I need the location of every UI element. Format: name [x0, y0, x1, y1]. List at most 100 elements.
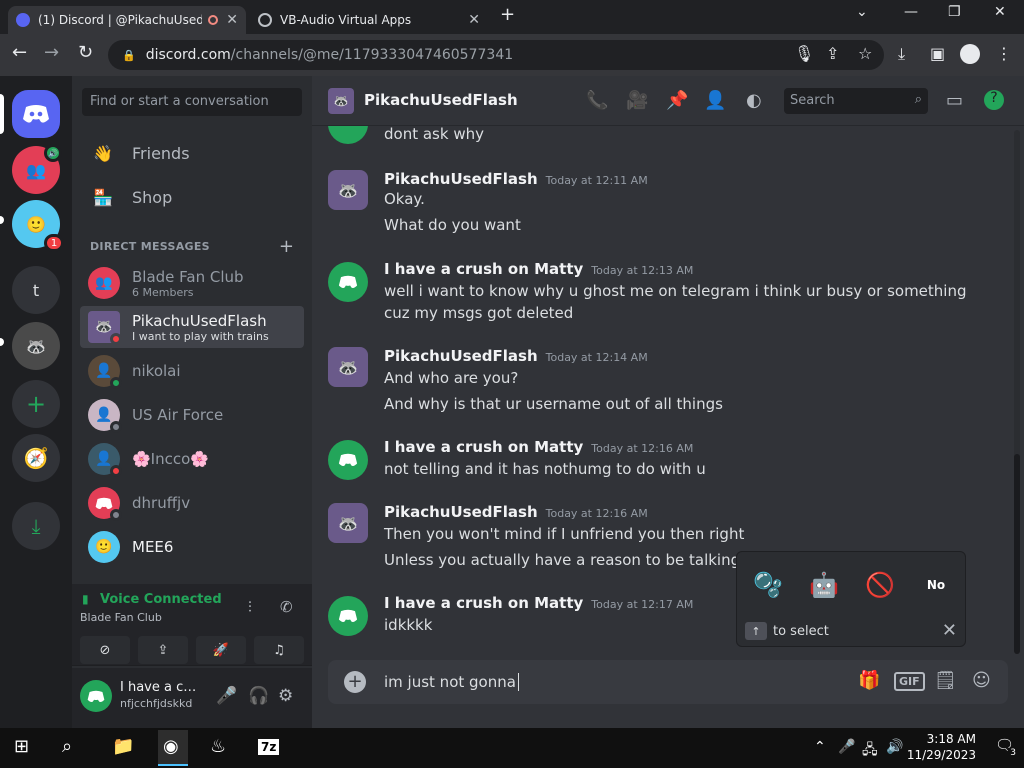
- gif-icon[interactable]: GIF: [894, 672, 925, 691]
- tab-search-icon[interactable]: ⌄: [856, 4, 868, 20]
- message-author[interactable]: PikachuUsedFlash: [384, 503, 538, 521]
- reload-icon[interactable]: ↻: [78, 42, 93, 63]
- file-explorer-icon[interactable]: 📁: [112, 736, 134, 757]
- message-composer[interactable]: + im just not gonna 🎁 GIF 🗒 ☺: [328, 660, 1008, 704]
- dm-item-pikachuusedflash[interactable]: 🦝 PikachuUsedFlash I want to play with tr…: [80, 306, 304, 348]
- message-author[interactable]: I have a crush on Matty: [384, 260, 583, 278]
- scrollbar-thumb[interactable]: [1014, 454, 1020, 654]
- message-author[interactable]: I have a crush on Matty: [384, 594, 583, 612]
- create-dm-icon[interactable]: +: [279, 236, 294, 257]
- disconnect-call-icon[interactable]: ✆: [280, 598, 293, 616]
- sticker-pink-blob[interactable]: 🫧: [743, 560, 793, 610]
- chat-title[interactable]: PikachuUsedFlash: [364, 91, 518, 109]
- 7zip-icon[interactable]: 7z: [258, 739, 280, 755]
- help-icon[interactable]: ?: [984, 90, 1004, 110]
- home-discord-icon[interactable]: [12, 90, 60, 138]
- sticker-icon[interactable]: 🗒: [934, 670, 957, 691]
- voice-channel[interactable]: Blade Fan Club: [80, 611, 162, 624]
- screen-share-button[interactable]: ⇪: [138, 636, 188, 664]
- taskbar-clock[interactable]: 3:18 AM 11/29/2023: [907, 731, 976, 763]
- download-apps-icon[interactable]: ⤓: [12, 502, 60, 550]
- server-initial: t: [32, 280, 40, 300]
- inbox-icon[interactable]: ▭: [946, 90, 963, 111]
- microphone-icon[interactable]: 🎤: [216, 686, 237, 706]
- avatar[interactable]: [328, 440, 368, 480]
- gift-icon[interactable]: 🎁: [858, 670, 880, 691]
- soundboard-button[interactable]: ♫: [254, 636, 304, 664]
- tray-microphone-icon[interactable]: 🎤: [838, 739, 855, 755]
- voice-status[interactable]: Voice Connected: [100, 592, 222, 607]
- close-icon[interactable]: ✕: [942, 620, 957, 641]
- find-conversation-input[interactable]: Find or start a conversation: [82, 88, 302, 116]
- bookmark-star-icon[interactable]: ☆: [858, 44, 872, 63]
- minimize-icon[interactable]: —: [904, 4, 918, 20]
- add-friends-to-dm-icon[interactable]: 👤: [704, 90, 726, 111]
- microphone-icon[interactable]: 🎙: [794, 44, 814, 63]
- url-field[interactable]: 🔒 discord.com/channels/@me/1179333047460…: [108, 40, 884, 70]
- settings-gear-icon[interactable]: ⚙: [278, 686, 293, 706]
- sticker-wumpus[interactable]: 🤖: [799, 560, 849, 610]
- server-voice-user-icon[interactable]: 👥 🔊: [12, 144, 62, 194]
- avatar[interactable]: [328, 262, 368, 302]
- message-input[interactable]: im just not gonna: [384, 673, 519, 691]
- message-author[interactable]: I have a crush on Matty: [384, 438, 583, 456]
- message-author[interactable]: PikachuUsedFlash: [384, 347, 538, 365]
- camera-off-button[interactable]: ⊘: [80, 636, 130, 664]
- attach-plus-icon[interactable]: +: [344, 671, 366, 693]
- dm-item-us-air-force[interactable]: 👤 US Air Force: [80, 394, 304, 436]
- voice-call-icon[interactable]: 📞: [586, 90, 608, 111]
- forward-icon[interactable]: →: [44, 42, 59, 63]
- sticker-no-sign[interactable]: 🚫: [855, 560, 905, 610]
- server-raccoon-icon[interactable]: 🦝: [12, 322, 60, 370]
- avatar[interactable]: [328, 596, 368, 636]
- avatar[interactable]: 🦝: [328, 503, 368, 543]
- windows-start-icon[interactable]: ⊞: [14, 736, 29, 757]
- volume-icon[interactable]: 🔊: [886, 739, 903, 755]
- tab-vb-audio[interactable]: VB-Audio Virtual Apps ✕: [250, 6, 488, 34]
- nav-friends[interactable]: 👋 Friends: [80, 132, 304, 174]
- side-panel-icon[interactable]: ▣: [930, 44, 945, 63]
- activity-button[interactable]: 🚀: [196, 636, 246, 664]
- noise-suppression-icon[interactable]: ⫶: [248, 598, 252, 616]
- avatar[interactable]: 🦝: [328, 347, 368, 387]
- download-icon[interactable]: ⤓: [898, 44, 905, 64]
- dm-item-blade-fan-club[interactable]: 👥 Blade Fan Club 6 Members: [80, 262, 304, 304]
- user-profile-icon[interactable]: ◐: [746, 90, 762, 111]
- pinned-messages-icon[interactable]: 📌: [666, 90, 688, 111]
- headphones-icon[interactable]: 🎧: [248, 686, 269, 706]
- search-input[interactable]: Search ⌕: [784, 88, 928, 114]
- restore-icon[interactable]: ❐: [948, 4, 961, 20]
- share-icon[interactable]: ⇪: [826, 44, 839, 63]
- explore-compass-icon[interactable]: 🧭: [12, 434, 60, 482]
- sticker-no[interactable]: No: [911, 560, 961, 610]
- nav-shop[interactable]: 🏪 Shop: [80, 176, 304, 218]
- menu-kebab-icon[interactable]: ⋮: [996, 44, 1012, 63]
- tab-discord[interactable]: (1) Discord | @PikachuUsedFlash ✕: [8, 6, 246, 34]
- tray-chevron-icon[interactable]: ⌃: [814, 739, 826, 755]
- dm-item-dhruffjv[interactable]: dhruffjv: [80, 482, 304, 524]
- chat-scrollbar[interactable]: [1014, 130, 1020, 654]
- user-avatar[interactable]: [80, 680, 112, 712]
- close-tab-icon[interactable]: ✕: [226, 12, 238, 28]
- close-tab-icon[interactable]: ✕: [468, 12, 480, 28]
- network-icon[interactable]: 🖧: [862, 739, 878, 763]
- add-server-icon[interactable]: +: [12, 380, 60, 428]
- server-face-icon[interactable]: 🙂 1: [12, 200, 64, 252]
- chrome-icon[interactable]: ◉: [163, 736, 179, 757]
- dm-item-nikolai[interactable]: 👤 nikolai: [80, 350, 304, 392]
- close-window-icon[interactable]: ✕: [994, 4, 1006, 20]
- avatar[interactable]: 🦝: [328, 170, 368, 210]
- server-t-icon[interactable]: t: [12, 266, 60, 314]
- search-icon[interactable]: ⌕: [62, 736, 72, 757]
- profile-avatar-icon[interactable]: [960, 44, 980, 64]
- new-tab-button[interactable]: +: [500, 4, 515, 25]
- steam-icon[interactable]: ♨: [210, 736, 226, 757]
- back-icon[interactable]: ←: [12, 42, 27, 63]
- notification-center-icon[interactable]: 🗨 3: [995, 736, 1018, 758]
- video-call-icon[interactable]: 🎥: [626, 90, 648, 111]
- sticker-hint: ↑ to select: [745, 622, 829, 640]
- dm-item-incco[interactable]: 👤 🌸Incco🌸: [80, 438, 304, 480]
- dm-item-mee6[interactable]: 🙂 MEE6: [80, 526, 304, 568]
- emoji-icon[interactable]: ☺: [972, 670, 991, 691]
- message-author[interactable]: PikachuUsedFlash: [384, 170, 538, 188]
